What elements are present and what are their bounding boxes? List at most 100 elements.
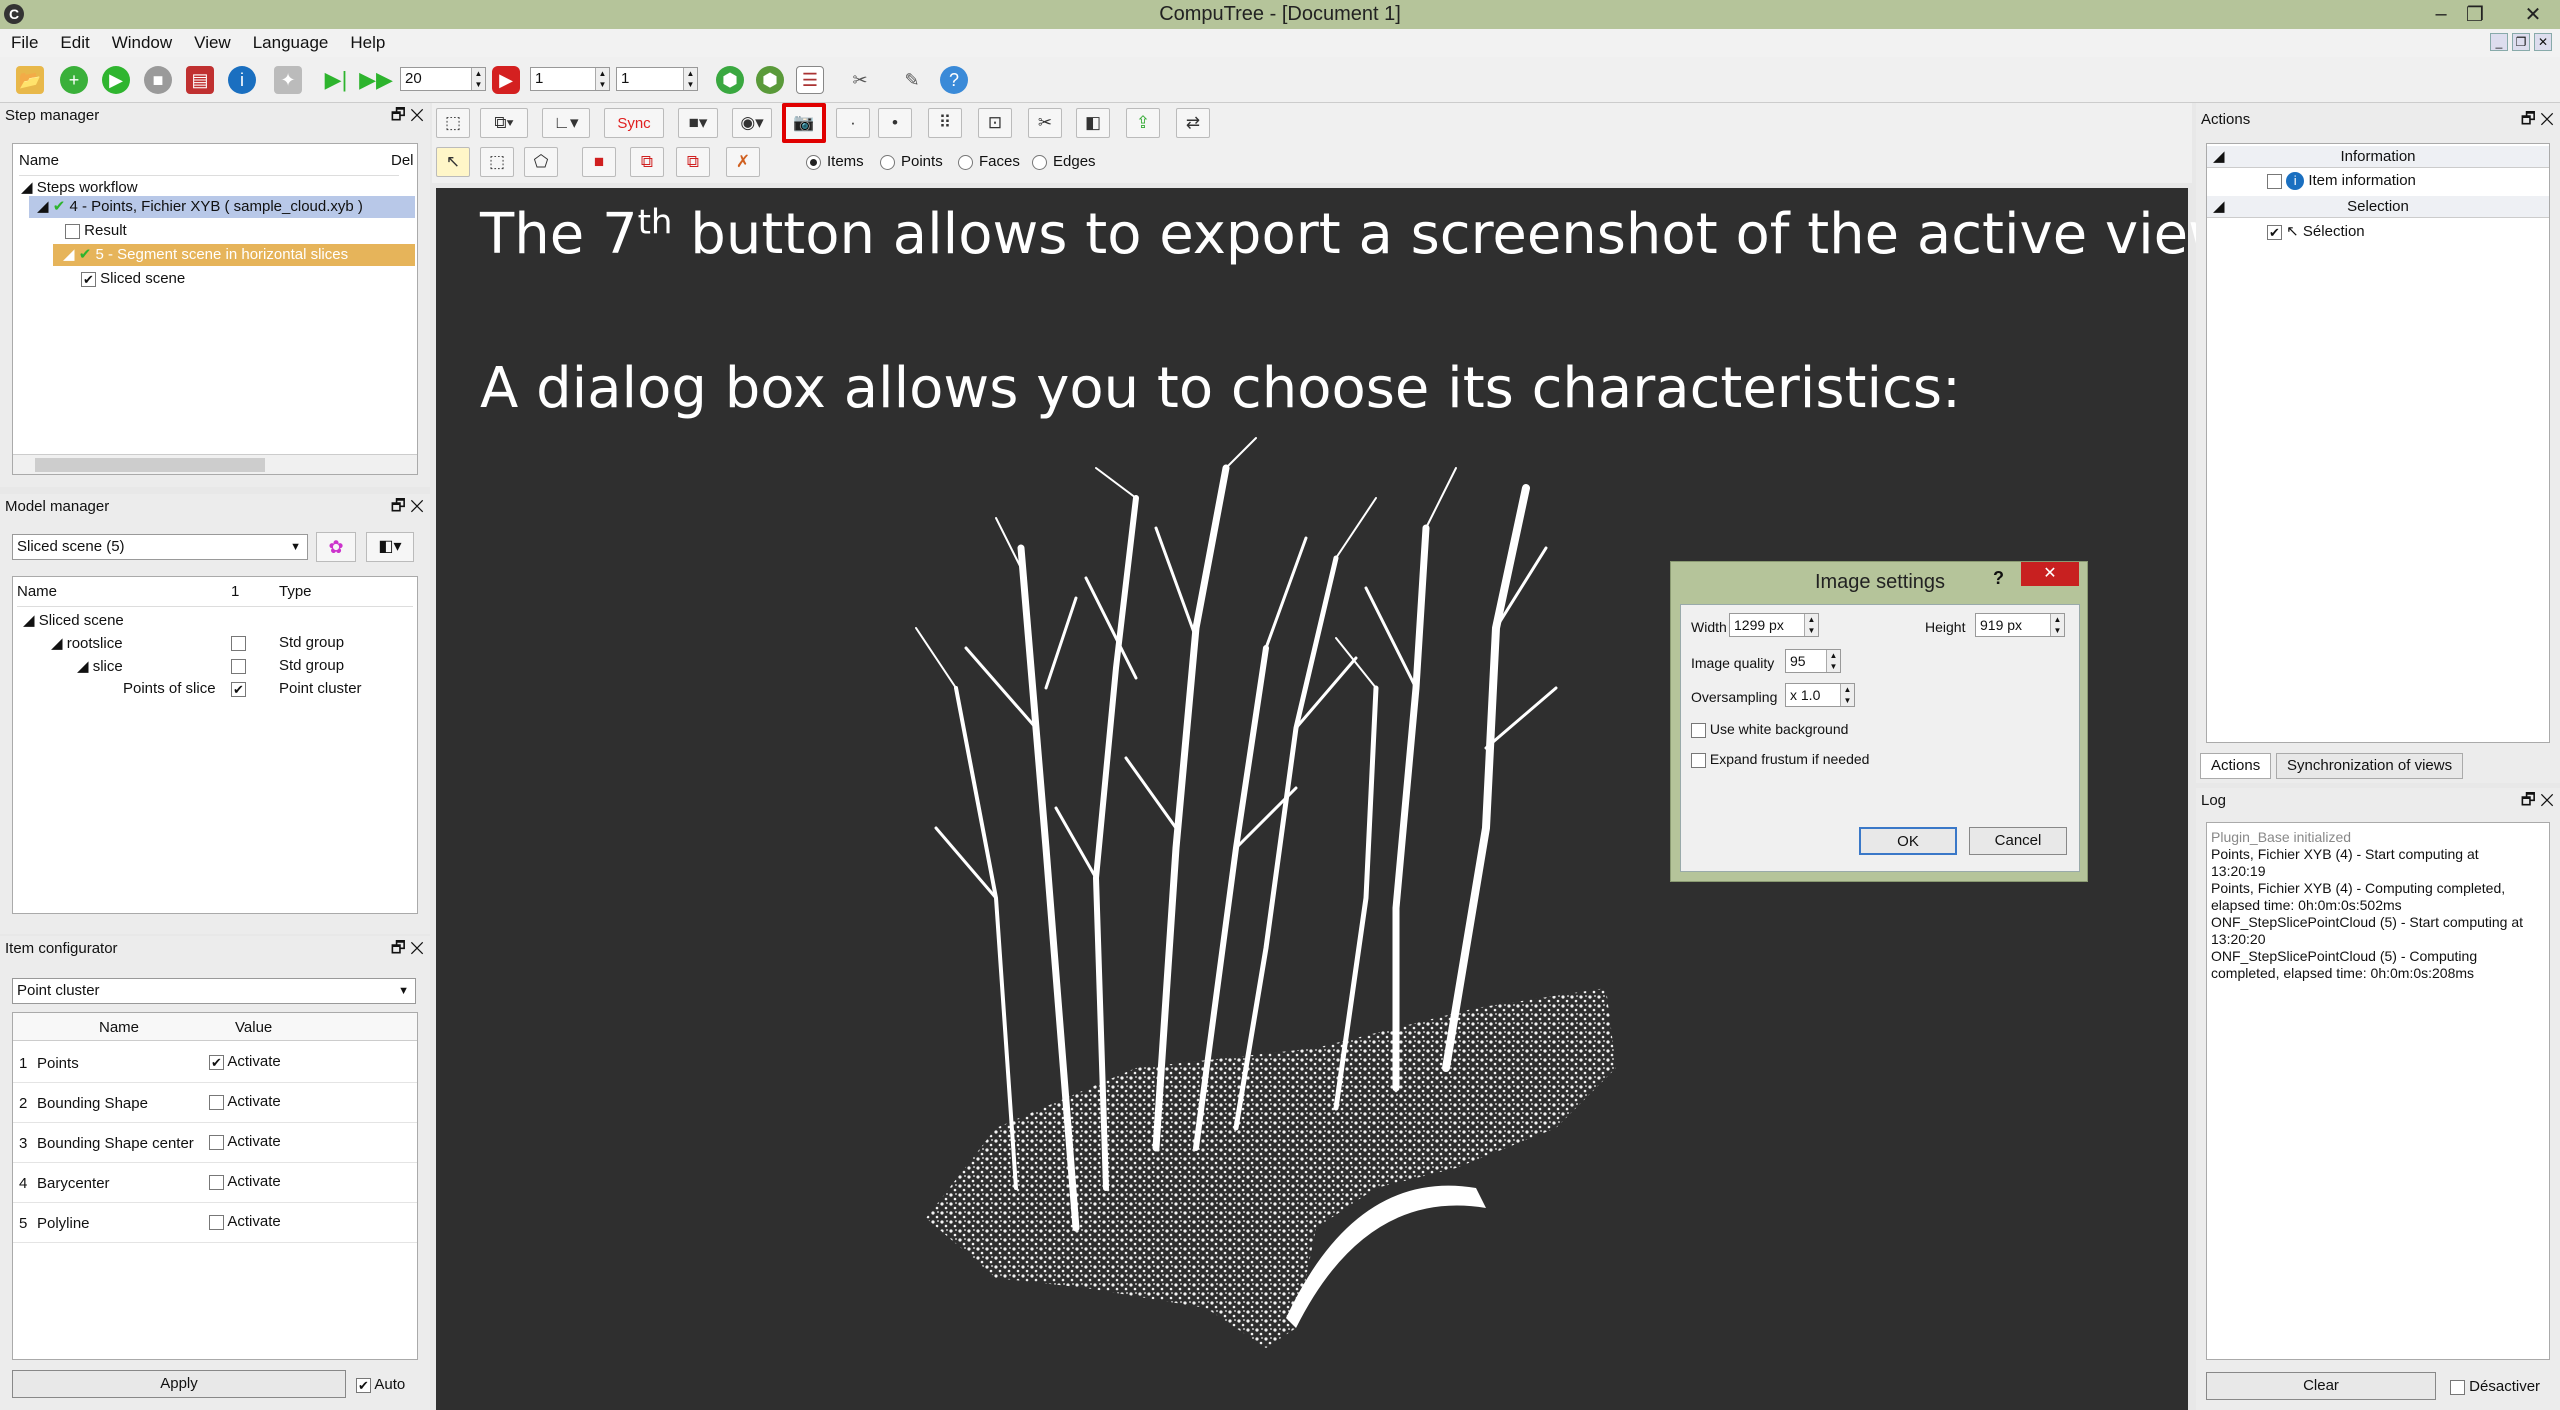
spin-arrows-icon[interactable]: ▲ ▼ [1826, 650, 1840, 672]
dialog-close-icon[interactable]: ✕ [2021, 562, 2079, 586]
radio-icon[interactable] [806, 154, 821, 170]
plugin-icon[interactable]: ⬢ [716, 66, 744, 94]
model-checkbox[interactable] [231, 634, 246, 651]
model-item[interactable]: ◢ Sliced scene [23, 611, 124, 629]
export-icon[interactable]: ⇪ [1126, 108, 1160, 138]
swap-icon[interactable]: ⇄ [1176, 108, 1210, 138]
radio-items[interactable]: Items [806, 153, 864, 170]
axis-icon[interactable]: ∟▾ [542, 108, 590, 138]
model-item[interactable]: ◢ slice [77, 657, 123, 675]
checkbox[interactable] [231, 658, 246, 674]
debug-icon[interactable]: ✦ [274, 66, 302, 94]
remove-selection-icon[interactable]: ⧉ [676, 147, 710, 177]
action-item[interactable]: ✔ ↖ Sélection [2267, 222, 2365, 240]
select-pointer-icon[interactable]: ↖ [436, 147, 470, 177]
mdi-minimize-icon[interactable]: _ [2490, 33, 2508, 51]
activate-checkbox[interactable]: Activate [209, 1213, 281, 1230]
activate-checkbox[interactable]: Activate [209, 1093, 281, 1110]
white-bg-checkbox[interactable]: Use white background [1691, 721, 1848, 738]
expand-frustum-checkbox[interactable]: Expand frustum if needed [1691, 751, 1869, 768]
add-selection-icon[interactable]: ⧉ [630, 147, 664, 177]
group-header[interactable]: ◢ Selection [2207, 196, 2549, 218]
clear-log-button[interactable]: Clear [2206, 1372, 2436, 1400]
spin-arrows-icon[interactable]: ▲ ▼ [2050, 614, 2064, 636]
radio-icon[interactable] [958, 154, 973, 170]
quality-input[interactable]: 95 ▲ ▼ [1785, 649, 1841, 673]
tree-item-selected[interactable]: ◢ ✔ 4 - Points, Fichier XYB ( sample_clo… [29, 196, 415, 218]
checkbox[interactable]: ✔ [231, 681, 246, 697]
minimize-button[interactable]: – [2424, 0, 2458, 29]
group-header[interactable]: ◢ Information [2207, 146, 2549, 168]
checkbox[interactable] [231, 635, 246, 651]
run-icon[interactable]: ▶ [102, 66, 130, 94]
checkbox[interactable] [209, 1214, 224, 1230]
model-checkbox[interactable] [231, 657, 246, 674]
fit-view-icon[interactable]: ⊡ [978, 108, 1012, 138]
menu-edit[interactable]: Edit [49, 33, 100, 53]
restore-button[interactable]: ❐ [2458, 0, 2492, 29]
menu-view[interactable]: View [183, 33, 242, 53]
checkbox[interactable] [209, 1134, 224, 1150]
select-rect-icon[interactable]: ⬚ [480, 147, 514, 177]
horizontal-scrollbar[interactable] [13, 454, 417, 474]
save-icon[interactable]: ▤ [186, 66, 214, 94]
fast-forward-icon[interactable]: ▶▶ [359, 66, 393, 94]
float-close-icon[interactable]: 🗗 ✕ [391, 103, 424, 129]
radio-edges[interactable]: Edges [1032, 153, 1096, 170]
checkbox[interactable] [209, 1174, 224, 1190]
model-item-name[interactable]: Points of slice [123, 680, 216, 697]
cube-view-icon[interactable]: ⬚ [436, 108, 470, 138]
spin-arrows-icon[interactable]: ▲ ▼ [1804, 614, 1818, 636]
activate-checkbox[interactable]: ✔ Activate [209, 1053, 281, 1070]
checkbox[interactable] [1691, 722, 1706, 738]
checkbox[interactable] [1691, 752, 1706, 768]
spin-arrows-icon[interactable]: ▲ ▼ [683, 68, 697, 90]
scroll-thumb[interactable] [35, 458, 265, 472]
checkbox[interactable] [2450, 1379, 2465, 1395]
radio-icon[interactable] [1032, 154, 1047, 170]
spin-b[interactable]: 1 ▲ ▼ [616, 67, 698, 91]
float-close-icon[interactable]: 🗗 ✕ [2521, 788, 2554, 814]
item-type-select[interactable]: Point cluster ▼ [12, 978, 416, 1004]
menu-language[interactable]: Language [242, 33, 340, 53]
height-input[interactable]: 919 px ▲ ▼ [1975, 613, 2065, 637]
float-close-icon[interactable]: 🗗 ✕ [2521, 107, 2554, 133]
dialog-help-button[interactable]: ? [1993, 568, 2004, 589]
model-select[interactable]: Sliced scene (5) ▼ [12, 534, 308, 560]
eye-icon[interactable]: ◉▾ [732, 108, 772, 138]
screenshot-camera-icon[interactable]: 📷 [782, 103, 826, 143]
sync-button[interactable]: Sync [604, 108, 664, 138]
menu-window[interactable]: Window [101, 33, 183, 53]
brush-icon[interactable]: ✎ [898, 66, 926, 94]
contrast-icon[interactable]: ◧ [1076, 108, 1110, 138]
point-large-icon[interactable]: • [878, 108, 912, 138]
close-window-button[interactable]: ✕ [2506, 0, 2560, 29]
tree-item[interactable]: Result [65, 222, 127, 239]
checkbox[interactable]: ✔ [81, 271, 96, 287]
checkbox[interactable] [209, 1094, 224, 1110]
select-red-icon[interactable]: ■ [582, 147, 616, 177]
menu-file[interactable]: File [0, 33, 49, 53]
spin-arrows-icon[interactable]: ▲ ▼ [471, 68, 485, 90]
mdi-close-icon[interactable]: ✕ [2534, 33, 2552, 51]
record-icon[interactable]: ▶ [492, 66, 520, 94]
open-step-icon[interactable]: 📂 [16, 66, 44, 94]
model-item[interactable]: ◢ rootslice [51, 634, 123, 652]
tree-item[interactable]: ✔ Sliced scene [81, 270, 185, 287]
info-icon[interactable]: i [228, 66, 256, 94]
ok-button[interactable]: OK [1859, 827, 1957, 855]
tab-sync-views[interactable]: Synchronization of views [2276, 753, 2464, 779]
checkbox[interactable]: ✔ [356, 1377, 371, 1393]
help-icon[interactable]: ? [940, 66, 968, 94]
clear-selection-icon[interactable]: ✗ [726, 147, 760, 177]
spin-a[interactable]: 1 ▲ ▼ [530, 67, 610, 91]
mdi-restore-icon[interactable]: ❐ [2512, 33, 2530, 51]
gradient-icon[interactable]: ◧▾ [366, 532, 414, 562]
oversampling-input[interactable]: x 1.0 ▲ ▼ [1785, 683, 1855, 707]
view-mode-icon[interactable]: ⧉▾ [480, 108, 528, 138]
width-input[interactable]: 1299 px ▲ ▼ [1729, 613, 1819, 637]
apply-button[interactable]: Apply [12, 1370, 346, 1398]
disable-log-checkbox[interactable]: Désactiver [2450, 1378, 2540, 1395]
activate-checkbox[interactable]: Activate [209, 1173, 281, 1190]
float-close-icon[interactable]: 🗗 ✕ [391, 494, 424, 520]
